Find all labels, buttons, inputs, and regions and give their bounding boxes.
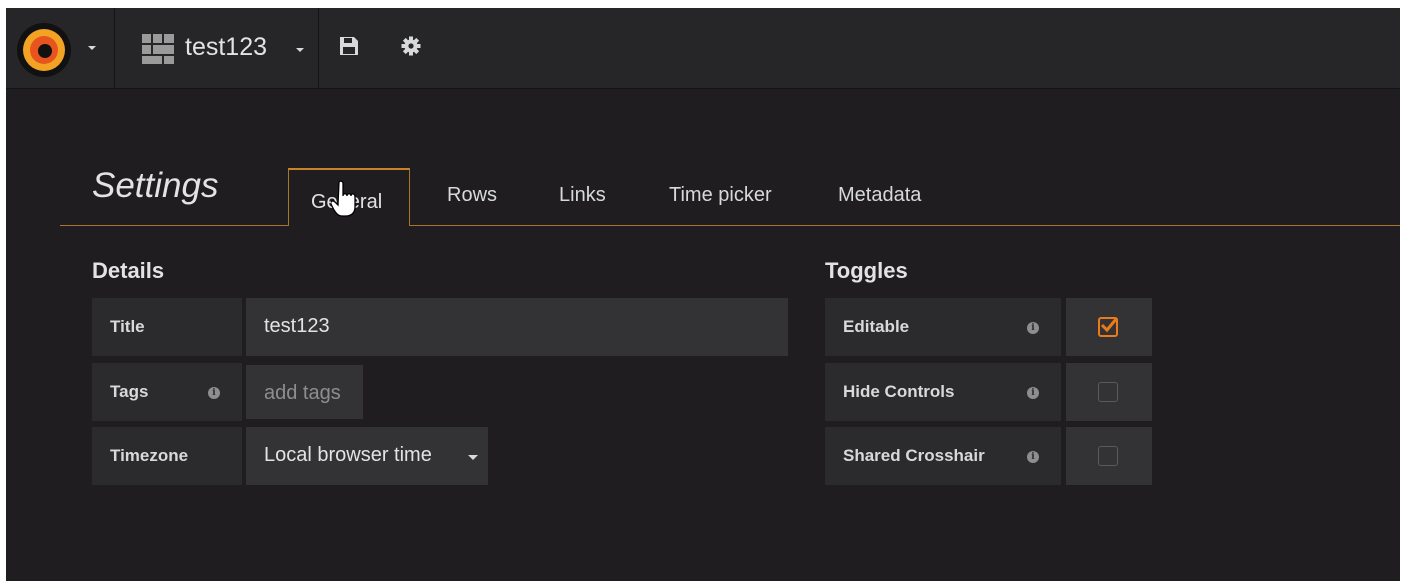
timezone-value: Local browser time xyxy=(264,444,432,466)
save-icon[interactable] xyxy=(339,36,359,56)
tab-links[interactable]: Links xyxy=(559,184,606,207)
timezone-select[interactable]: Local browser time xyxy=(246,427,488,485)
info-icon: i xyxy=(1027,322,1039,334)
info-icon: i xyxy=(1027,387,1039,399)
shared-crosshair-label: Shared Crosshair xyxy=(843,446,985,465)
editable-toggle[interactable] xyxy=(1066,298,1152,356)
chevron-down-icon xyxy=(88,46,96,50)
grafana-menu-button[interactable] xyxy=(6,8,115,88)
hand-cursor-icon xyxy=(331,180,356,217)
checkbox-checked[interactable] xyxy=(1098,317,1119,337)
tags-input[interactable]: add tags xyxy=(246,365,363,419)
timezone-label: Timezone xyxy=(110,446,189,465)
chevron-down-icon xyxy=(296,48,304,52)
dashboard-grid-icon xyxy=(142,34,174,64)
editable-label: Editable xyxy=(843,317,910,336)
app-window: test123 Settings Gener xyxy=(6,8,1400,581)
checkmark-icon xyxy=(1100,317,1119,333)
hide-controls-label-box: Hide Controls i xyxy=(825,363,1061,421)
tabs-underline xyxy=(60,225,1400,226)
gear-icon[interactable] xyxy=(401,36,421,56)
checkbox-unchecked[interactable] xyxy=(1098,382,1118,402)
title-label-box: Title xyxy=(92,298,242,356)
tab-rows[interactable]: Rows xyxy=(447,184,497,207)
title-input-value: test123 xyxy=(264,315,330,337)
chevron-down-icon xyxy=(468,455,478,460)
title-label: Title xyxy=(110,317,145,336)
info-icon: i xyxy=(1027,451,1039,463)
hide-controls-label: Hide Controls xyxy=(843,382,955,401)
shared-crosshair-label-box: Shared Crosshair i xyxy=(825,427,1061,485)
tags-label: Tags xyxy=(110,382,149,401)
shared-crosshair-toggle[interactable] xyxy=(1066,427,1152,485)
editable-label-box: Editable i xyxy=(825,298,1061,356)
dashboard-picker[interactable]: test123 xyxy=(115,8,319,88)
tab-time-picker[interactable]: Time picker xyxy=(669,184,772,207)
tags-placeholder: add tags xyxy=(264,382,341,404)
info-icon: i xyxy=(208,387,220,399)
checkbox-unchecked[interactable] xyxy=(1098,446,1118,466)
toggles-heading: Toggles xyxy=(825,258,908,283)
top-navbar: test123 xyxy=(6,8,1400,89)
title-input[interactable]: test123 xyxy=(246,298,788,356)
dashboard-title: test123 xyxy=(185,33,268,61)
hide-controls-toggle[interactable] xyxy=(1066,363,1152,421)
tags-label-box: Tags i xyxy=(92,363,242,421)
timezone-label-box: Timezone xyxy=(92,427,242,485)
page-title: Settings xyxy=(92,166,219,205)
details-heading: Details xyxy=(92,258,165,283)
tab-metadata[interactable]: Metadata xyxy=(838,184,921,207)
grafana-logo-icon xyxy=(17,23,71,77)
